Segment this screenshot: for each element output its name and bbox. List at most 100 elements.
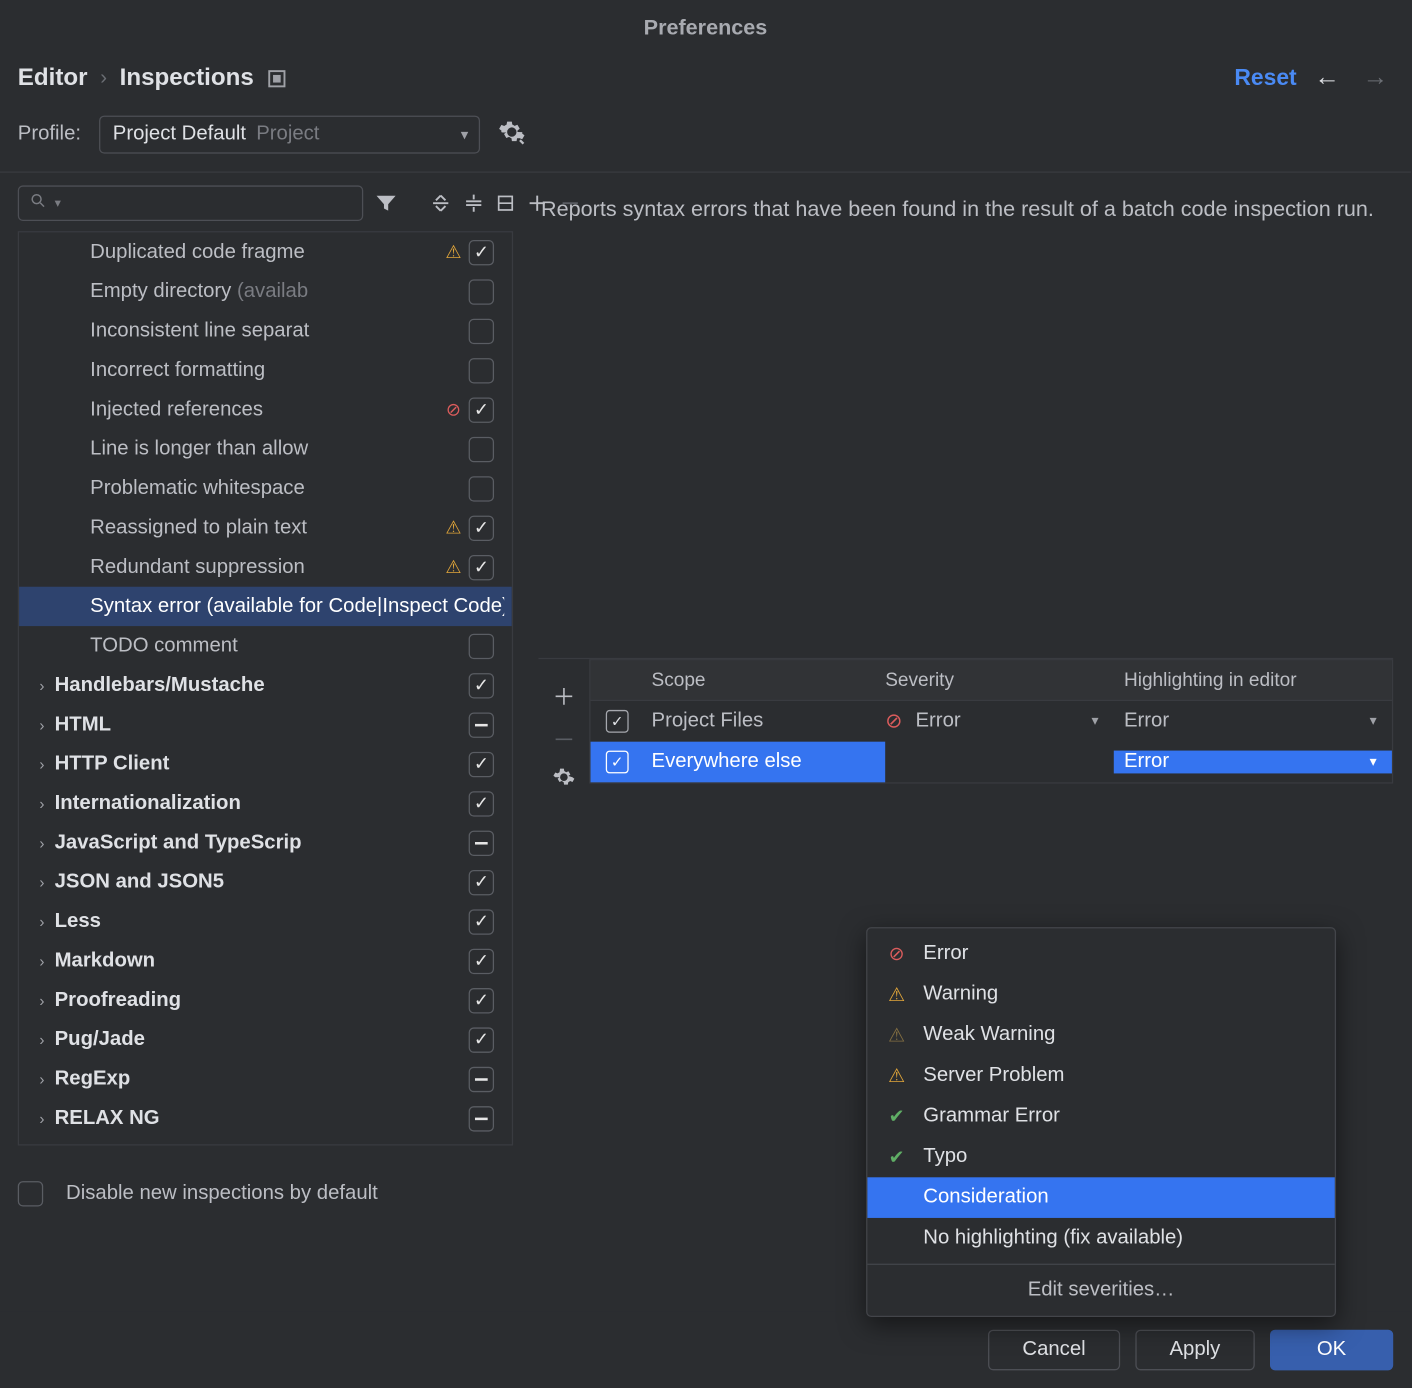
edit-severities[interactable]: Edit severities… [867, 1270, 1334, 1311]
tree-row[interactable]: ›RegExp [19, 1059, 512, 1098]
chevron-right-icon[interactable]: › [29, 991, 54, 1009]
ok-button[interactable]: OK [1270, 1330, 1393, 1371]
disable-new-checkbox[interactable] [18, 1181, 43, 1206]
inspection-checkbox[interactable]: ✓ [469, 909, 494, 934]
tree-label: Reassigned to plain text [90, 516, 438, 539]
highlighting-cell[interactable]: Error▾ [1114, 709, 1392, 732]
severity-option[interactable]: ⚠Weak Warning [867, 1015, 1334, 1056]
tree-row[interactable]: ›Proofreading ✓ [19, 980, 512, 1019]
inspection-checkbox[interactable]: ✓ [469, 1027, 494, 1052]
tree-row[interactable]: ›RELAX NG [19, 1099, 512, 1138]
back-arrow-icon[interactable]: ← [1309, 64, 1345, 93]
search-input[interactable]: ▾ [18, 185, 363, 221]
inspection-checkbox[interactable] [469, 476, 494, 501]
chevron-right-icon[interactable]: › [29, 873, 54, 891]
tree-row[interactable]: ›Less✓ [19, 902, 512, 941]
cancel-button[interactable]: Cancel [988, 1330, 1120, 1371]
chevron-right-icon[interactable]: › [29, 1031, 54, 1049]
tree-row[interactable]: TODO comment [19, 626, 512, 665]
chevron-right-icon[interactable]: › [29, 1070, 54, 1088]
chevron-right-icon[interactable]: › [29, 716, 54, 734]
inspection-checkbox[interactable] [469, 436, 494, 461]
inspection-checkbox[interactable] [469, 1066, 494, 1091]
tree-row[interactable]: Empty directory (availab [19, 272, 512, 311]
severity-option[interactable]: ⚠Server Problem [867, 1055, 1334, 1096]
tree-row[interactable]: Duplicated code fragme⚠✓ [19, 232, 512, 271]
tree-row[interactable]: Reassigned to plain text⚠✓ [19, 508, 512, 547]
tree-row[interactable]: ›HTTP Client✓ [19, 744, 512, 783]
tree-row[interactable]: Injected references⊘✓ [19, 390, 512, 429]
chevron-right-icon[interactable]: › [29, 794, 54, 812]
severity-dropdown[interactable]: ⊘Error⚠Warning⚠Weak Warning⚠Server Probl… [866, 927, 1336, 1317]
inspection-checkbox[interactable]: ✓ [469, 948, 494, 973]
tree-row[interactable]: ›JavaScript and TypeScrip [19, 823, 512, 862]
severity-option[interactable]: ✔Grammar Error [867, 1096, 1334, 1137]
collapse-all-icon[interactable] [462, 187, 485, 220]
search-dropdown-icon[interactable]: ▾ [55, 196, 61, 210]
tree-row[interactable]: Inconsistent line separat [19, 311, 512, 350]
chevron-right-icon[interactable]: › [29, 1109, 54, 1127]
inspection-checkbox[interactable] [469, 358, 494, 383]
inspection-checkbox[interactable]: ✓ [469, 791, 494, 816]
breadcrumb-bar: Editor › Inspections Reset ← → [0, 53, 1411, 103]
chevron-right-icon[interactable]: › [29, 834, 54, 852]
severity-cell[interactable]: ⊘ Error▾ [885, 708, 1114, 733]
apply-button[interactable]: Apply [1135, 1330, 1254, 1371]
tree-row[interactable]: ›Internationalization✓ [19, 784, 512, 823]
severity-option[interactable]: No highlighting (fix available) [867, 1218, 1334, 1259]
tree-row[interactable]: ›Pug/Jade✓ [19, 1020, 512, 1059]
inspection-checkbox[interactable]: ✓ [469, 751, 494, 776]
severity-option[interactable]: Consideration [867, 1177, 1334, 1218]
tree-row[interactable]: Syntax error (available for Code|Inspect… [19, 587, 512, 626]
tree-row[interactable]: ›Handlebars/Mustache✓ [19, 665, 512, 704]
reset-link[interactable]: Reset [1234, 65, 1296, 92]
chevron-right-icon[interactable]: › [29, 912, 54, 930]
filter-icon[interactable] [373, 187, 398, 220]
tree-row[interactable]: Problematic whitespace [19, 469, 512, 508]
inspection-checkbox[interactable] [469, 830, 494, 855]
tree-row[interactable]: Incorrect formatting [19, 351, 512, 390]
inspection-checkbox[interactable] [469, 1106, 494, 1131]
severity-option[interactable]: ⊘Error [867, 933, 1334, 974]
tree-row[interactable]: ›HTML [19, 705, 512, 744]
breadcrumb-inspections[interactable]: Inspections [120, 64, 254, 92]
inspection-checkbox[interactable]: ✓ [469, 515, 494, 540]
inspection-checkbox[interactable]: ✓ [469, 397, 494, 422]
tree-row[interactable]: ›Markdown✓ [19, 941, 512, 980]
tree-row[interactable]: Redundant suppression⚠✓ [19, 547, 512, 586]
inspection-checkbox[interactable] [469, 712, 494, 737]
inspection-checkbox[interactable] [469, 318, 494, 343]
tree-label: Empty directory (availab [90, 280, 438, 303]
chevron-right-icon[interactable]: › [29, 676, 54, 694]
inspection-checkbox[interactable] [469, 633, 494, 658]
chevron-right-icon[interactable]: › [29, 755, 54, 773]
severity-option[interactable]: ✔Typo [867, 1137, 1334, 1178]
scope-row[interactable]: ✓Everywhere elseError▾ [591, 741, 1392, 782]
scope-checkbox[interactable]: ✓ [606, 709, 629, 732]
tree-row[interactable]: ›JSON and JSON5✓ [19, 862, 512, 901]
reset-defaults-icon[interactable] [495, 187, 515, 220]
chevron-right-icon[interactable]: › [29, 952, 54, 970]
scope-gear-icon[interactable] [552, 765, 575, 794]
tree-label: HTML [55, 713, 439, 736]
profile-select[interactable]: Project Default Project ▾ [99, 116, 480, 154]
breadcrumb-settings-icon[interactable] [266, 68, 286, 88]
gear-icon[interactable] [498, 117, 526, 151]
inspection-checkbox[interactable]: ✓ [469, 239, 494, 264]
inspection-checkbox[interactable]: ✓ [469, 987, 494, 1012]
tree-label: Proofreading [55, 989, 439, 1012]
highlighting-cell[interactable]: Error▾ [1114, 750, 1392, 773]
severity-option-label: Consideration [923, 1186, 1048, 1209]
inspection-tree[interactable]: Duplicated code fragme⚠✓ Empty directory … [18, 231, 513, 1145]
inspection-checkbox[interactable]: ✓ [469, 869, 494, 894]
severity-option[interactable]: ⚠Warning [867, 974, 1334, 1015]
breadcrumb-editor[interactable]: Editor [18, 64, 88, 92]
inspection-checkbox[interactable] [469, 279, 494, 304]
inspection-checkbox[interactable]: ✓ [469, 672, 494, 697]
expand-all-icon[interactable] [429, 187, 452, 220]
scope-checkbox[interactable]: ✓ [606, 750, 629, 773]
scope-row[interactable]: ✓Project Files⊘ Error▾Error▾ [591, 700, 1392, 741]
scope-add-icon[interactable]: ＋ [552, 679, 575, 712]
tree-row[interactable]: Line is longer than allow [19, 429, 512, 468]
inspection-checkbox[interactable]: ✓ [469, 554, 494, 579]
